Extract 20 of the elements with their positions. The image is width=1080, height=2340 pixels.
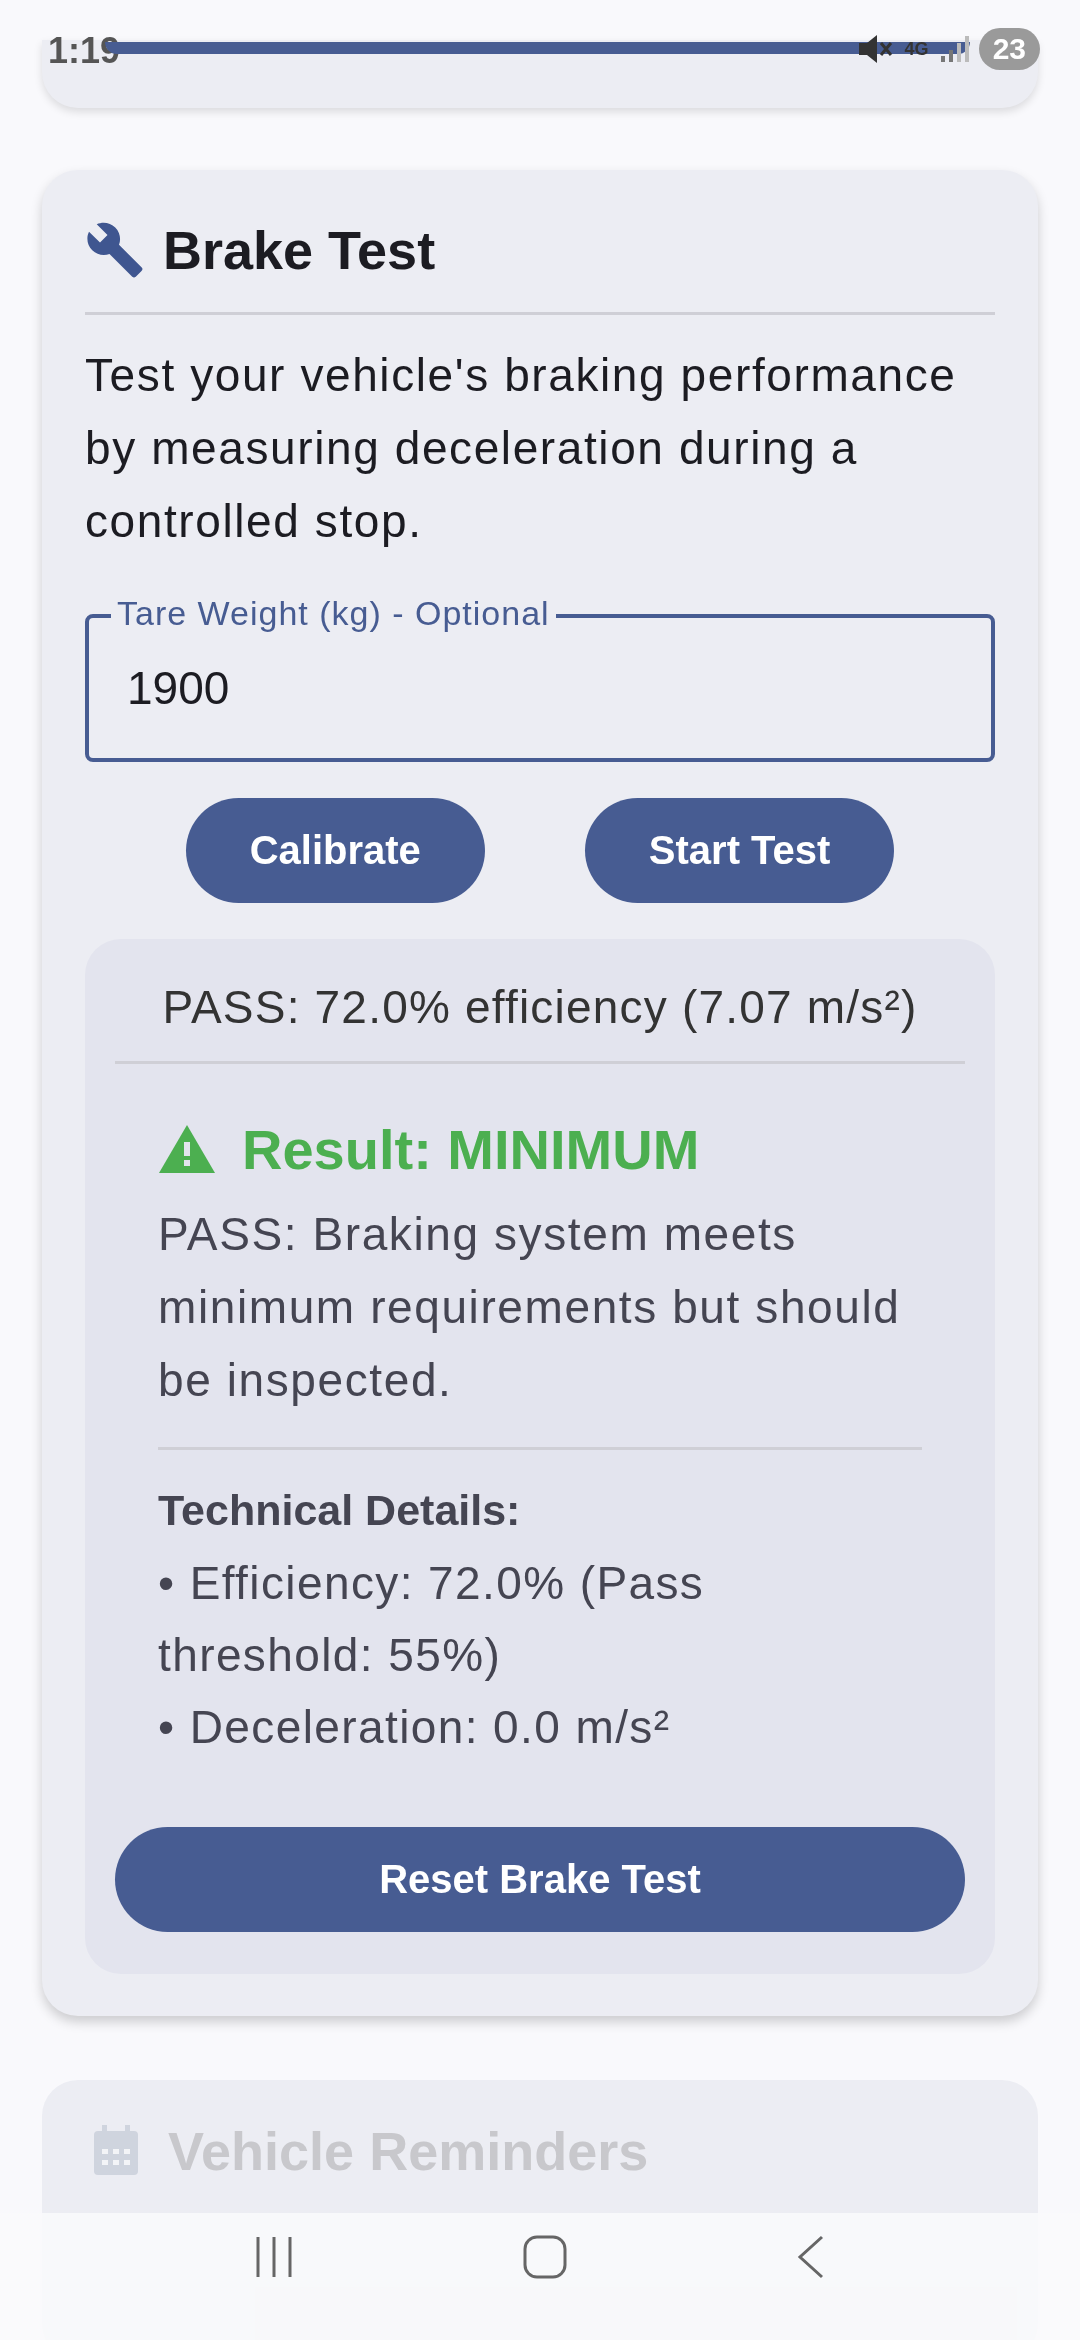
card-title: Brake Test <box>163 219 436 281</box>
action-button[interactable]: Calibrate <box>185 798 485 903</box>
recent-apps-icon[interactable] <box>254 2234 295 2279</box>
reset-button[interactable]: Reset Brake Test <box>115 1827 965 1932</box>
description-text: Test your vehicle's braking performance by measuring deceleration during a controlled stop. <box>85 348 958 549</box>
back-icon[interactable] <box>795 2234 826 2279</box>
detail-line: • Deceleration: 0.0 m/s² <box>158 1700 672 1755</box>
calendar-icon <box>92 2125 140 2177</box>
details-title: Technical Details: <box>158 1485 522 1536</box>
network-label: 4G <box>904 38 929 60</box>
result-summary: PASS: 72.0% efficiency (7.07 m/s²) <box>161 980 919 1035</box>
signal-icon <box>938 34 969 64</box>
result-message: PASS: Braking system meets minimum requirements but should be inspected. <box>158 1207 902 1408</box>
wrench-icon <box>85 220 145 280</box>
action-button[interactable]: Start Test <box>584 798 895 903</box>
warning-icon <box>158 1124 216 1174</box>
detail-line: • Efficiency: 72.0% (Pass threshold: 55%) <box>158 1556 706 1683</box>
result-heading: Result: MINIMUM <box>242 1116 700 1182</box>
home-icon[interactable] <box>523 2234 567 2279</box>
battery-indicator: 23 <box>978 28 1040 70</box>
